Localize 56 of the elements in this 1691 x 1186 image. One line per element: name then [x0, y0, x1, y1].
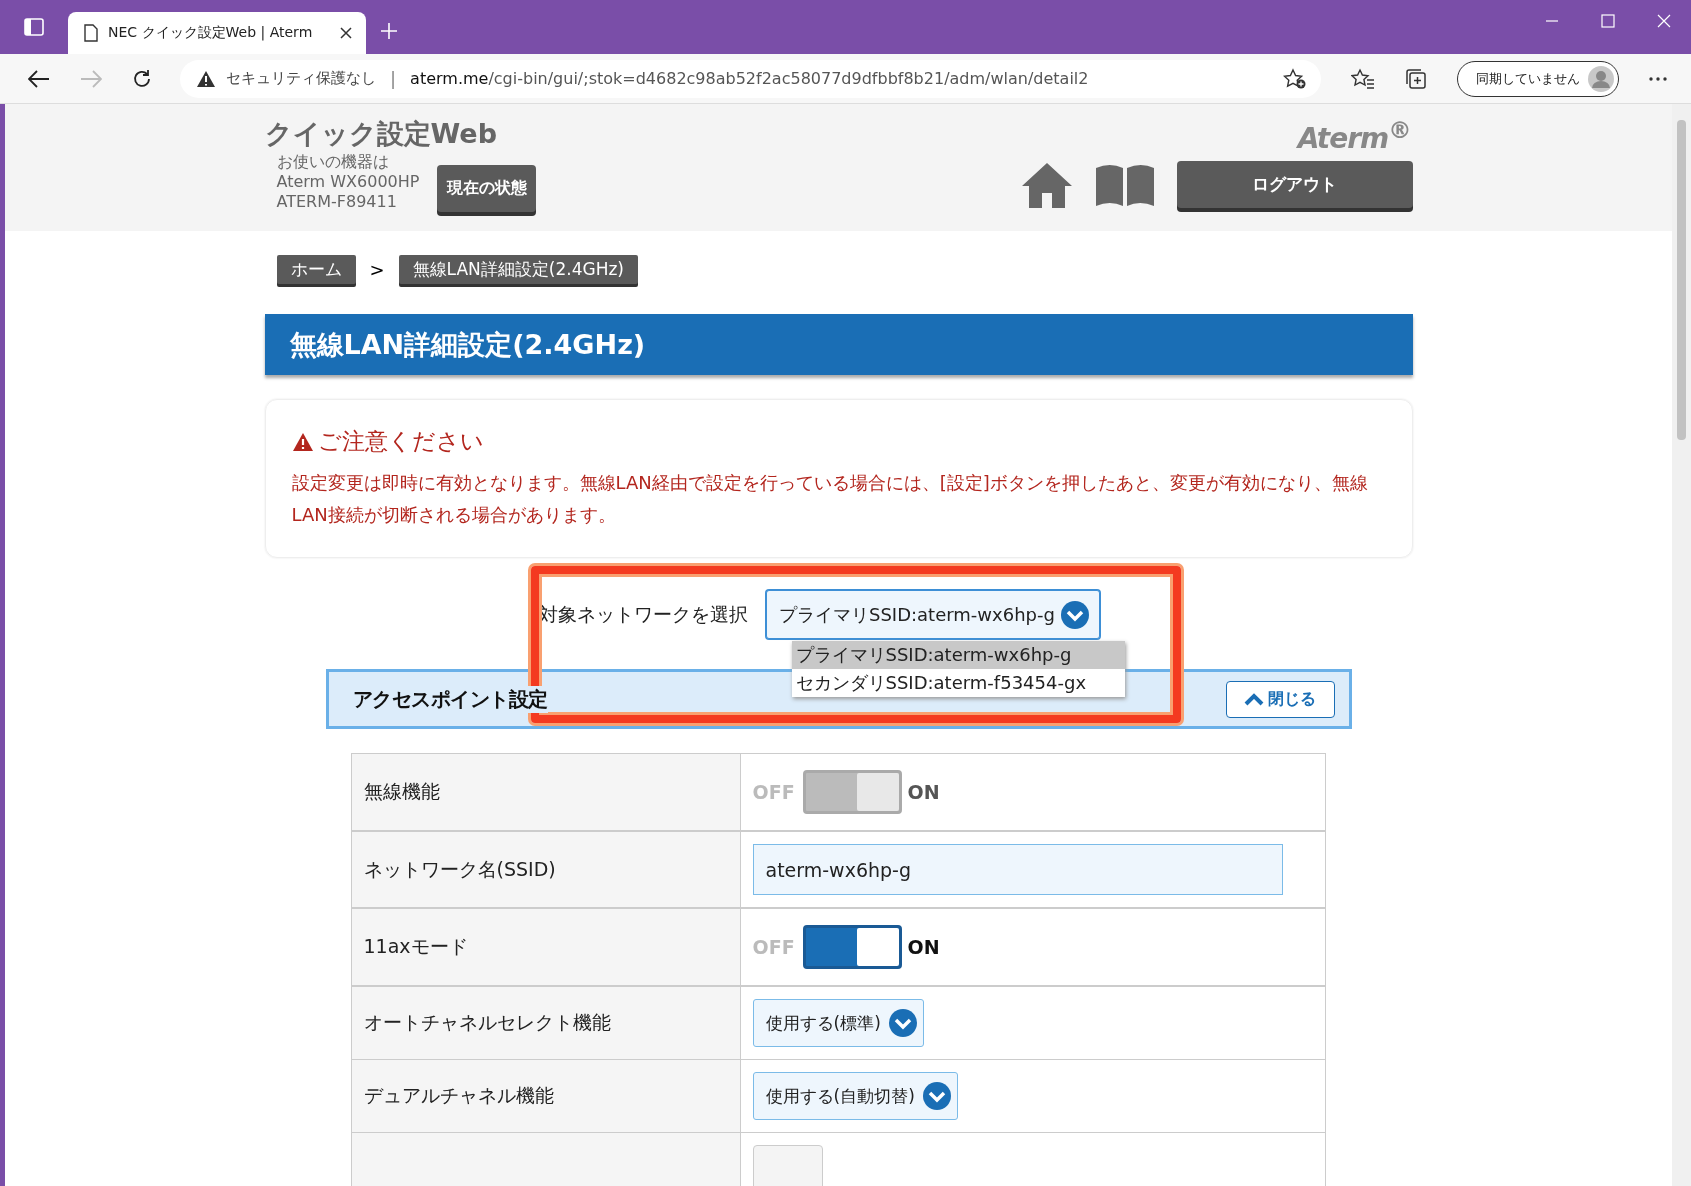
device-info: Aterm WX6000HP — [276, 172, 420, 192]
section-title: アクセスポイント設定 — [352, 685, 548, 713]
setting-label: 無線機能 — [350, 754, 741, 830]
tab-actions-icon[interactable] — [24, 18, 44, 36]
scrollbar[interactable] — [1672, 104, 1691, 1186]
chevron-down-icon — [1061, 600, 1089, 629]
ssid-input[interactable]: aterm-wx6hp-g — [752, 844, 1283, 895]
profile-button[interactable]: 同期していません — [1457, 60, 1619, 97]
browser-tab[interactable]: NEC クイック設定Web | Aterm — [68, 12, 366, 54]
toggle-switch[interactable] — [802, 925, 902, 969]
collapse-button[interactable]: 閉じる — [1225, 680, 1335, 718]
book-icon[interactable] — [1094, 163, 1155, 206]
breadcrumb-separator: > — [369, 259, 385, 280]
chevron-down-icon — [888, 1009, 917, 1037]
on-label: ON — [907, 781, 940, 803]
setting-label: オートチャネルセレクト機能 — [350, 987, 741, 1059]
dropdown-option[interactable]: セカンダリSSID:aterm-f53454-gx — [791, 669, 1125, 697]
device-info: お使いの機器は — [276, 152, 390, 172]
off-label: OFF — [752, 936, 796, 958]
breadcrumb-link[interactable]: ホーム — [276, 255, 356, 284]
setting-label: ネットワーク名(SSID) — [350, 832, 741, 907]
page-icon — [84, 24, 98, 42]
home-icon[interactable] — [1020, 161, 1073, 208]
page-title: 無線LAN詳細設定(2.4GHz) — [264, 314, 1413, 375]
warning-icon — [196, 69, 216, 88]
logo: Aterm$^{®}$ — [1297, 116, 1411, 156]
setting-select[interactable]: 使用する(自動切替) — [752, 1072, 958, 1120]
back-icon[interactable] — [28, 69, 50, 88]
favorites-icon[interactable] — [1351, 67, 1375, 90]
setting-label: 11axモード — [350, 909, 741, 985]
on-label: ON — [907, 936, 940, 958]
warning-icon — [291, 431, 314, 452]
add-favorite-icon[interactable] — [1283, 67, 1307, 90]
setting-label: デュアルチャネル機能 — [350, 1060, 741, 1132]
address-field[interactable]: セキュリティ保護なし | aterm.me/cgi-bin/gui/;stok=d4682c98ab52f2ac58077d9dfbbf8b21/adm/wlan/detail2 — [180, 59, 1321, 98]
new-tab-icon[interactable] — [380, 22, 398, 40]
site-title: クイック設定Web — [264, 117, 498, 151]
notice-text: 設定変更は即時に有効となります。無線LAN経由で設定を行っている場合には、[設定]ボタンを押したあと、変更が有効になり、無線LAN接続が切断される場合があります。 — [291, 471, 1369, 527]
dropdown-option[interactable]: プライマリSSID:aterm-wx6hp-g — [791, 641, 1125, 669]
close-window-icon[interactable] — [1657, 14, 1671, 28]
chevron-down-icon — [922, 1082, 951, 1110]
address-separator: | — [390, 68, 397, 89]
off-label: OFF — [752, 781, 796, 803]
notice-title: ご注意ください — [317, 427, 484, 456]
logout-button[interactable]: ログアウト — [1176, 161, 1413, 209]
device-info: ATERM-F89411 — [276, 192, 398, 212]
chevron-up-icon — [1244, 692, 1264, 706]
setting-select[interactable]: 使用する(標準) — [752, 999, 924, 1047]
avatar-icon — [1588, 65, 1614, 92]
close-icon[interactable] — [340, 27, 352, 39]
maximize-icon[interactable] — [1601, 14, 1615, 28]
breadcrumb-link[interactable]: 無線LAN詳細設定(2.4GHz) — [398, 255, 638, 284]
more-icon[interactable] — [1649, 76, 1667, 81]
network-select[interactable]: プライマリSSID:aterm-wx6hp-g — [766, 590, 1100, 639]
collections-icon[interactable] — [1405, 67, 1427, 90]
refresh-icon[interactable] — [132, 68, 152, 89]
